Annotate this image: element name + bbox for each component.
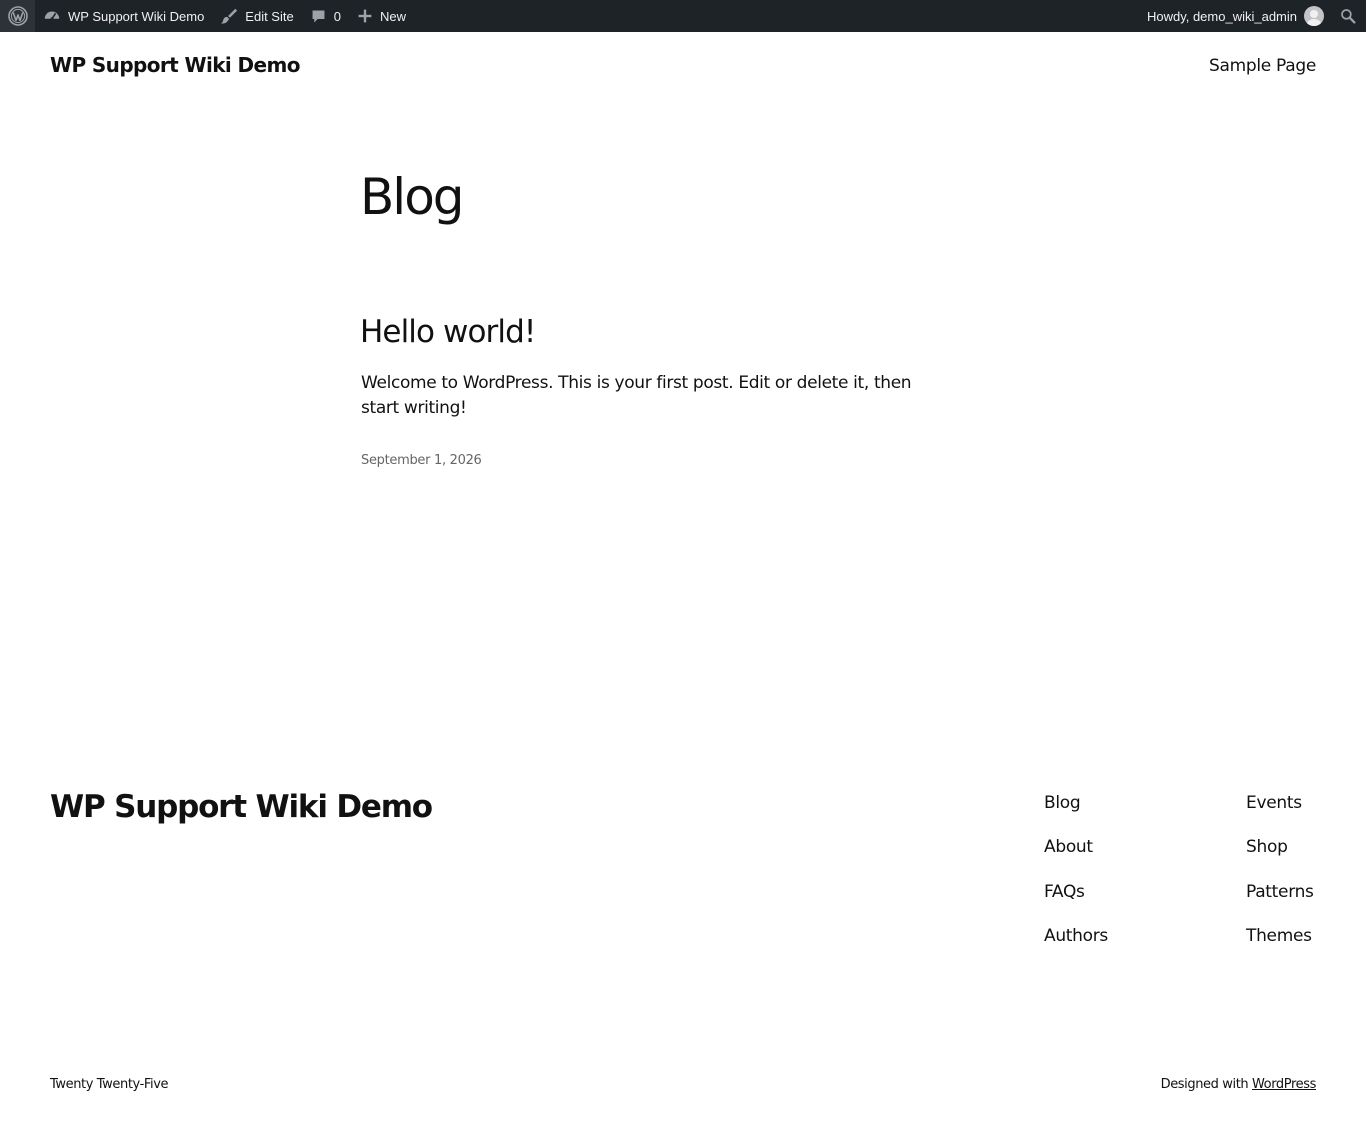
new-label: New	[379, 8, 406, 24]
footer-nav-item-blog[interactable]: Blog	[1044, 790, 1108, 834]
comment-icon	[310, 8, 327, 25]
comments-button[interactable]: 0	[302, 0, 349, 32]
footer-nav-item-faqs[interactable]: FAQs	[1044, 879, 1108, 923]
footer-nav-column-2: Events Shop Patterns Themes	[1246, 790, 1314, 967]
site-title-link[interactable]: WP Support Wiki Demo	[50, 53, 300, 77]
site-name-label: WP Support Wiki Demo	[68, 8, 205, 24]
theme-name: Twenty Twenty-Five	[50, 1077, 169, 1092]
footer-nav-item-patterns[interactable]: Patterns	[1246, 879, 1314, 923]
wordpress-logo-menu[interactable]	[0, 0, 35, 32]
post-date: September 1, 2026	[361, 453, 482, 468]
dashboard-icon	[43, 7, 61, 25]
footer-nav-item-shop[interactable]: Shop	[1246, 834, 1314, 878]
comments-count: 0	[333, 8, 341, 24]
page-title: Blog	[360, 168, 465, 226]
admin-bar-right: Howdy, demo_wiki_admin	[1139, 0, 1366, 32]
footer-nav-item-events[interactable]: Events	[1246, 790, 1314, 834]
new-content-button[interactable]: New	[349, 0, 414, 32]
admin-bar-left: WP Support Wiki Demo Edit Site 0 New	[0, 0, 414, 32]
footer-site-title-link[interactable]: WP Support Wiki Demo	[50, 789, 433, 825]
avatar	[1304, 6, 1324, 26]
footer-nav-item-about[interactable]: About	[1044, 834, 1108, 878]
admin-bar: WP Support Wiki Demo Edit Site 0 New How…	[0, 0, 1366, 32]
howdy-label: Howdy, demo_wiki_admin	[1146, 8, 1297, 24]
post-title-link[interactable]: Hello world!	[360, 314, 536, 350]
wordpress-link[interactable]: WordPress	[1252, 1077, 1316, 1092]
edit-site-button[interactable]: Edit Site	[212, 0, 301, 32]
footer-credit: Designed with WordPress	[1160, 1077, 1317, 1092]
wordpress-logo-icon	[7, 6, 28, 26]
admin-search-button[interactable]	[1332, 0, 1366, 32]
my-account-menu[interactable]: Howdy, demo_wiki_admin	[1139, 0, 1332, 32]
site-name-menu[interactable]: WP Support Wiki Demo	[35, 0, 212, 32]
plus-icon	[357, 8, 373, 24]
footer-nav-item-themes[interactable]: Themes	[1246, 923, 1314, 967]
nav-item-sample-page[interactable]: Sample Page	[1209, 56, 1316, 76]
edit-site-label: Edit Site	[245, 8, 294, 24]
footer-nav-column-1: Blog About FAQs Authors	[1044, 790, 1108, 967]
designed-with-label: Designed with	[1160, 1077, 1249, 1092]
brush-icon	[220, 7, 238, 25]
search-icon	[1341, 9, 1356, 24]
post-excerpt: Welcome to WordPress. This is your first…	[361, 373, 912, 418]
footer-nav-item-authors[interactable]: Authors	[1044, 923, 1108, 967]
